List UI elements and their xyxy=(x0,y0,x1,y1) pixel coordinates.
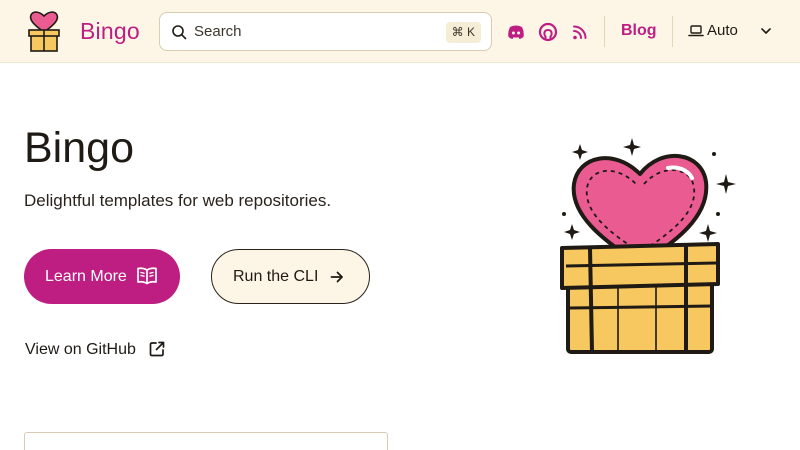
rss-icon[interactable] xyxy=(570,22,590,42)
divider xyxy=(604,16,605,47)
book-open-icon xyxy=(137,267,157,285)
run-cli-button[interactable]: Run the CLI xyxy=(211,249,370,304)
heart-gift-illustration xyxy=(560,138,736,354)
discord-icon[interactable] xyxy=(506,22,526,42)
theme-select-value: Auto xyxy=(707,22,738,39)
bingo-logo-icon[interactable] xyxy=(26,10,62,54)
learn-more-button[interactable]: Learn More xyxy=(24,249,180,304)
github-icon[interactable] xyxy=(538,22,558,42)
content-card xyxy=(24,432,388,450)
chevron-down-icon xyxy=(761,28,771,34)
divider xyxy=(672,16,673,47)
blog-link[interactable]: Blog xyxy=(621,22,657,40)
page-tagline: Delightful templates for web repositorie… xyxy=(24,191,332,210)
external-link-icon xyxy=(149,341,165,357)
learn-more-label: Learn More xyxy=(45,268,127,285)
search-shortcut-badge: ⌘ K xyxy=(445,22,481,43)
page-title: Bingo xyxy=(24,124,134,172)
search-input[interactable]: Search ⌘ K xyxy=(159,12,492,51)
search-icon xyxy=(172,25,187,40)
view-on-github-link[interactable]: View on GitHub xyxy=(25,340,175,360)
brand-title[interactable]: Bingo xyxy=(80,18,140,45)
theme-select[interactable]: Auto xyxy=(688,21,776,43)
search-placeholder: Search xyxy=(194,23,242,40)
view-on-github-label: View on GitHub xyxy=(25,341,136,358)
laptop-icon xyxy=(688,25,704,37)
top-navbar: Bingo Search ⌘ K Blog Auto xyxy=(0,0,800,63)
run-cli-label: Run the CLI xyxy=(233,268,319,285)
arrow-right-icon xyxy=(330,271,343,283)
